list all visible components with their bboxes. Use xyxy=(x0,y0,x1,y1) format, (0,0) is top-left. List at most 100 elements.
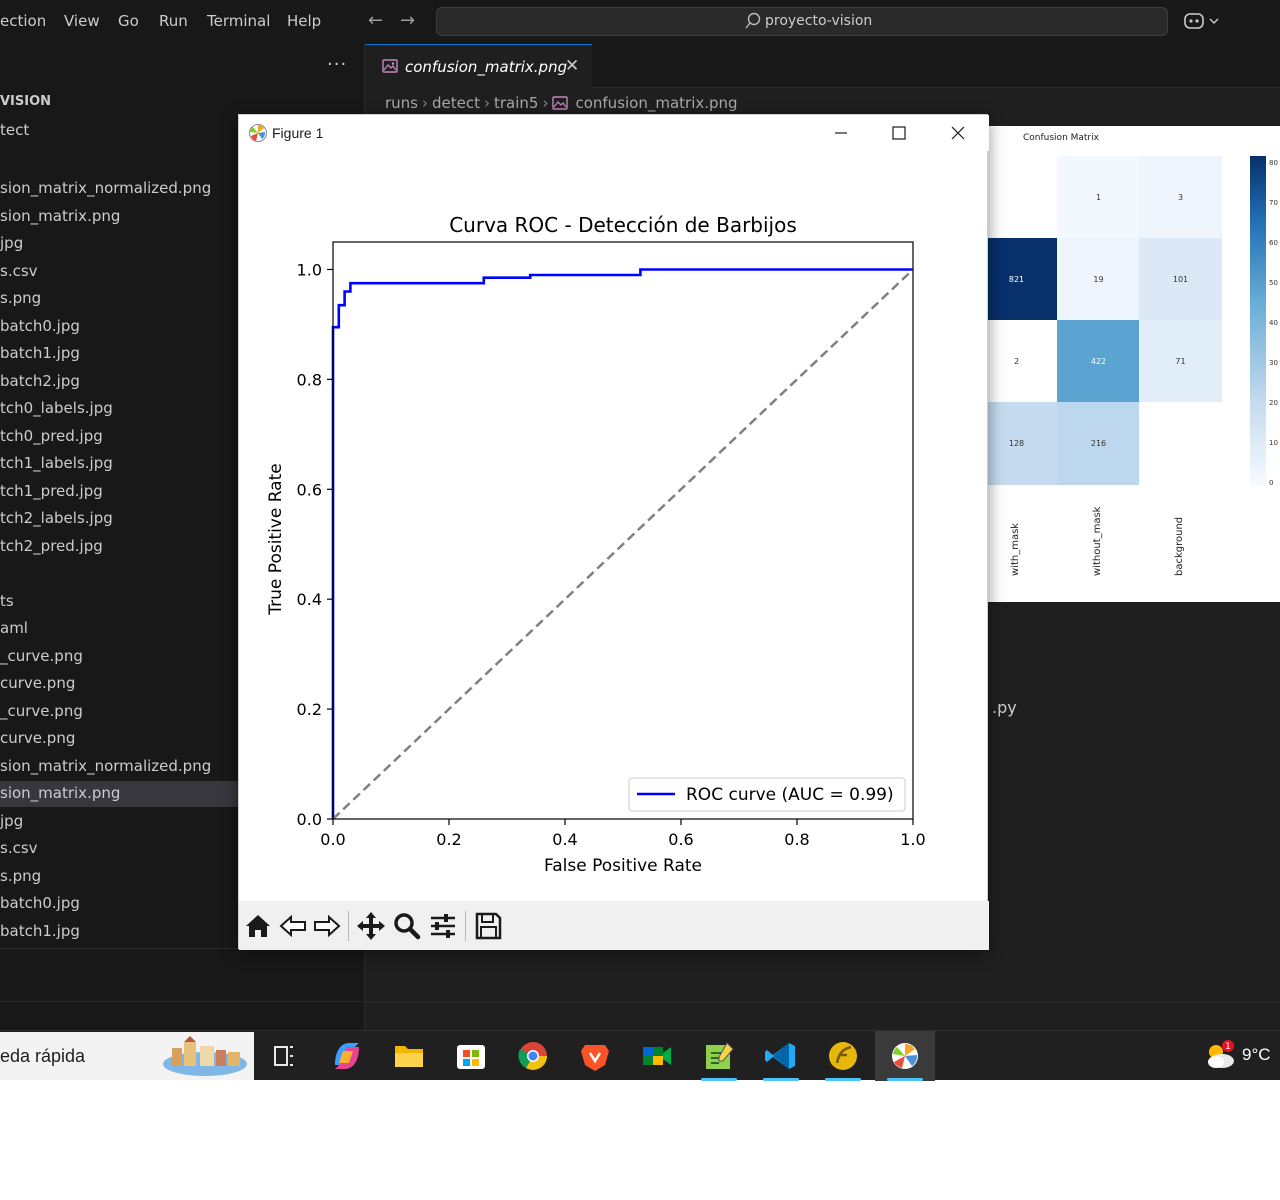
running-indicator xyxy=(825,1078,861,1081)
axes-frame xyxy=(332,241,914,820)
colorbar-tick: 20 xyxy=(1269,399,1278,407)
copilot-icon[interactable] xyxy=(1183,10,1223,32)
file-explorer-icon[interactable] xyxy=(379,1031,439,1081)
matrix-cell: 3 xyxy=(1139,156,1222,239)
y-tick-label: 0.6 xyxy=(297,480,322,499)
menu-view[interactable]: View xyxy=(64,12,100,30)
microsoft-store-icon[interactable] xyxy=(441,1031,501,1081)
more-actions-icon[interactable]: ··· xyxy=(327,54,347,75)
yellow-app[interactable] xyxy=(813,1031,873,1081)
tab-label: confusion_matrix.png xyxy=(405,58,568,76)
explorer-title[interactable]: VISION xyxy=(0,94,51,109)
colorbar-tick: 60 xyxy=(1269,239,1278,247)
matrix-cell: 128 xyxy=(985,402,1058,485)
diagonal-reference-line xyxy=(332,268,914,820)
vscode-icon xyxy=(765,1043,795,1069)
minimize-icon[interactable] xyxy=(821,119,861,147)
search-icon xyxy=(745,12,761,29)
command-center[interactable]: proyecto-vision xyxy=(436,7,1168,36)
back-icon[interactable] xyxy=(277,909,311,943)
matrix-axis-label: with_mask xyxy=(1010,522,1021,576)
chevron-right-icon: › xyxy=(422,93,428,112)
matrix-cell: 821 xyxy=(985,238,1058,321)
image-file-icon xyxy=(552,95,569,110)
menu-help[interactable]: Help xyxy=(287,12,321,30)
x-tick-label: 0.2 xyxy=(436,830,461,849)
figure-title: Figure 1 xyxy=(272,125,324,141)
running-indicator xyxy=(887,1078,923,1081)
forward-arrow-icon[interactable]: → xyxy=(400,10,415,31)
image-file-icon xyxy=(382,59,398,73)
notepad-plus-app[interactable] xyxy=(689,1031,749,1081)
notepad-plus-icon xyxy=(706,1042,734,1069)
breadcrumb-item[interactable]: detect xyxy=(432,94,480,112)
pan-icon[interactable] xyxy=(354,909,388,943)
command-center-text: proyecto-vision xyxy=(765,13,873,29)
legend: ROC curve (AUC = 0.99) xyxy=(628,777,906,812)
taskbar-search[interactable]: eda rápida xyxy=(0,1032,254,1080)
vscode-app[interactable] xyxy=(751,1031,811,1081)
save-icon[interactable] xyxy=(471,909,505,943)
y-tick-label: 1.0 xyxy=(297,260,322,279)
zoom-icon[interactable] xyxy=(390,909,424,943)
matplotlib-icon xyxy=(892,1043,918,1069)
matrix-axis-label: background xyxy=(1174,516,1185,576)
chrome-icon[interactable] xyxy=(503,1031,563,1081)
weather-temperature[interactable]: 9°C xyxy=(1242,1045,1271,1065)
image-preview: Confusion Matrix 1 3 821 19 101 2 422 71 128 216 w… xyxy=(985,126,1280,602)
breadcrumb-item[interactable]: train5 xyxy=(494,94,538,112)
breadcrumb-item[interactable]: confusion_matrix.png xyxy=(575,94,737,112)
y-tick-label: 0.2 xyxy=(297,700,322,719)
task-view-icon[interactable] xyxy=(254,1031,314,1081)
menu-selection[interactable]: ection xyxy=(0,12,46,30)
back-arrow-icon[interactable]: ← xyxy=(368,10,383,31)
close-icon[interactable] xyxy=(938,119,978,147)
x-tick-label: 1.0 xyxy=(900,830,925,849)
tab-confusion-matrix[interactable]: confusion_matrix.png ✕ xyxy=(365,44,592,88)
toolbar-separator xyxy=(348,911,349,941)
editor-partial-text: .py xyxy=(992,698,1017,717)
running-indicator xyxy=(763,1078,799,1081)
y-tick-label: 0.4 xyxy=(297,590,322,609)
menu-run[interactable]: Run xyxy=(159,12,188,30)
running-indicator xyxy=(701,1078,737,1081)
matplotlib-icon xyxy=(249,124,267,142)
x-tick-label: 0.4 xyxy=(552,830,577,849)
colorbar-tick: 70 xyxy=(1269,199,1278,207)
editor-tab-bar: confusion_matrix.png ✕ xyxy=(365,44,1280,88)
colorbar-tick: 10 xyxy=(1269,439,1278,447)
matrix-cell: 216 xyxy=(1057,402,1140,485)
meet-icon[interactable] xyxy=(627,1031,687,1081)
y-tick-label: 0.8 xyxy=(297,370,322,389)
colorbar-tick: 40 xyxy=(1269,319,1278,327)
x-tick-label: 0.0 xyxy=(320,830,345,849)
home-icon[interactable] xyxy=(241,909,275,943)
maximize-icon[interactable] xyxy=(879,119,919,147)
y-tick-label: 0.0 xyxy=(297,810,322,829)
configure-subplots-icon[interactable] xyxy=(426,909,460,943)
explorer-folder[interactable]: tect xyxy=(0,121,29,139)
matplotlib-figure-app[interactable] xyxy=(875,1031,935,1081)
brave-icon[interactable] xyxy=(565,1031,625,1081)
chevron-right-icon: › xyxy=(484,93,490,112)
figure-title-bar[interactable]: Figure 1 xyxy=(239,115,989,151)
menu-go[interactable]: Go xyxy=(118,12,139,30)
weather-icon[interactable]: 1 xyxy=(1202,1038,1238,1072)
matrix-cell: 2 xyxy=(985,320,1058,403)
matrix-cell: 71 xyxy=(1139,320,1222,403)
plot-area: 0.0 0.2 0.4 0.6 0.8 1.0 0.0 0.2 0.4 0.6 0.8 1.0 ROC … xyxy=(297,241,926,849)
colorbar-tick: 30 xyxy=(1269,359,1278,367)
breadcrumb-item[interactable]: runs xyxy=(385,94,418,112)
yellow-app-icon xyxy=(829,1042,857,1070)
x-tick-label: 0.8 xyxy=(784,830,809,849)
colorbar-tick: 80 xyxy=(1269,159,1278,167)
copilot-app-icon[interactable] xyxy=(317,1031,377,1081)
figure-toolbar xyxy=(239,901,989,950)
close-icon[interactable]: ✕ xyxy=(565,56,579,76)
colorbar-tick: 50 xyxy=(1269,279,1278,287)
x-tick-label: 0.6 xyxy=(668,830,693,849)
menu-terminal[interactable]: Terminal xyxy=(207,12,270,30)
breadcrumb: runs › detect › train5 › confusion_matrix.png xyxy=(385,93,738,113)
forward-icon[interactable] xyxy=(309,909,343,943)
sidebar-divider xyxy=(0,1001,364,1002)
